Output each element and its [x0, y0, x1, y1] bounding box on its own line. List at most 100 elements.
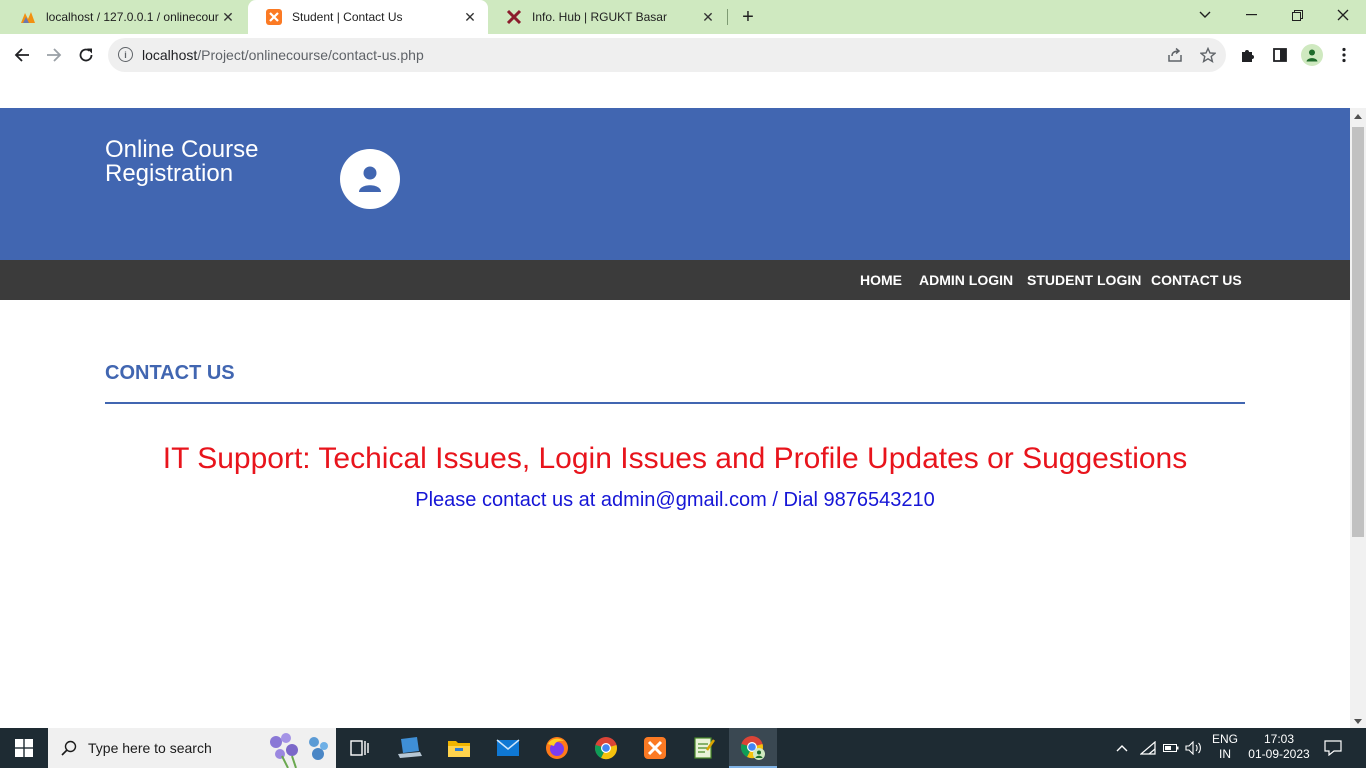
search-icon	[61, 740, 77, 756]
nav-contact-us[interactable]: CONTACT US	[1151, 272, 1242, 288]
wifi-icon	[1140, 741, 1156, 755]
scroll-up-arrow-icon[interactable]	[1354, 114, 1362, 119]
close-window-button[interactable]	[1320, 0, 1366, 30]
chevron-down-icon	[1199, 11, 1211, 18]
battery-button[interactable]	[1160, 728, 1182, 768]
minimize-button[interactable]	[1228, 0, 1274, 30]
taskbar-laptop-app[interactable]	[386, 728, 434, 768]
browser-tab-strip: localhost / 127.0.0.1 / onlinecour ✕ Stu…	[0, 0, 1366, 34]
clock[interactable]: 17:03 01-09-2023	[1244, 732, 1314, 762]
kebab-menu-icon	[1342, 47, 1346, 63]
tab-separator	[727, 9, 728, 25]
windows-logo-icon	[15, 739, 33, 757]
back-button[interactable]	[7, 40, 37, 70]
new-tab-button[interactable]: +	[736, 5, 760, 29]
user-icon	[1306, 49, 1318, 62]
brand-line-2: Registration	[105, 160, 234, 187]
scroll-down-arrow-icon[interactable]	[1354, 719, 1362, 724]
notepad-icon	[694, 737, 715, 759]
minimize-icon	[1245, 14, 1257, 16]
extensions-button[interactable]	[1233, 40, 1263, 70]
tab-phpmyadmin[interactable]: localhost / 127.0.0.1 / onlinecour ✕	[2, 0, 246, 34]
main-nav: HOME ADMIN LOGIN STUDENT LOGIN CONTACT U…	[0, 260, 1350, 300]
contact-info: Please contact us at admin@gmail.com / D…	[415, 489, 935, 511]
start-button[interactable]	[0, 728, 48, 768]
notification-center-button[interactable]	[1318, 728, 1348, 768]
volume-button[interactable]	[1183, 728, 1205, 768]
arrow-right-icon	[47, 48, 62, 62]
info-icon[interactable]: i	[118, 47, 133, 62]
reload-button[interactable]	[71, 40, 101, 70]
side-panel-icon	[1273, 48, 1287, 62]
taskbar-search-box[interactable]: Type here to search	[48, 728, 336, 768]
clock-time: 17:03	[1263, 732, 1295, 746]
brand-line-1: Online Course	[105, 136, 259, 163]
profile-button[interactable]	[1297, 40, 1327, 70]
title-divider	[105, 402, 1245, 404]
side-panel-button[interactable]	[1265, 40, 1295, 70]
task-view-icon	[350, 740, 369, 756]
reload-icon	[79, 48, 93, 62]
arrow-left-icon	[14, 48, 29, 62]
chrome-icon	[595, 737, 617, 760]
taskbar-file-explorer[interactable]	[435, 728, 483, 768]
battery-icon	[1163, 744, 1179, 752]
nav-home[interactable]: HOME	[860, 272, 902, 288]
input-language-indicator[interactable]: ENG IN	[1208, 732, 1242, 762]
clock-date: 01-09-2023	[1248, 747, 1310, 761]
tab-student-contact-us[interactable]: Student | Contact Us ✕	[248, 0, 488, 34]
language-code: ENG	[1211, 732, 1238, 746]
share-icon[interactable]	[1164, 44, 1186, 66]
xampp-icon	[266, 9, 282, 25]
url-text[interactable]: localhost/Project/onlinecourse/contact-u…	[142, 47, 424, 63]
taskbar-xampp[interactable]	[631, 728, 679, 768]
bookmark-star-icon[interactable]	[1197, 44, 1219, 66]
nav-student-login[interactable]: STUDENT LOGIN	[1027, 272, 1141, 288]
web-page: Online Course Registration HOME ADMIN LO…	[0, 76, 1350, 728]
phpmyadmin-icon	[20, 9, 36, 25]
close-tab-icon[interactable]: ✕	[220, 9, 236, 25]
taskbar-notepad-app[interactable]	[680, 728, 728, 768]
chevron-up-icon	[1116, 745, 1128, 752]
taskbar-mail[interactable]	[484, 728, 532, 768]
avatar	[1301, 44, 1323, 66]
chrome-profile-icon	[741, 736, 765, 760]
taskbar-chrome[interactable]	[582, 728, 630, 768]
taskbar-chrome-profile[interactable]	[729, 728, 777, 768]
tab-title: Info. Hub | RGUKT Basar	[532, 10, 667, 24]
notification-icon	[1324, 740, 1342, 756]
file-explorer-icon	[448, 741, 470, 757]
rgukt-icon	[506, 9, 522, 25]
show-hidden-icons-button[interactable]	[1110, 728, 1134, 768]
site-brand[interactable]: Online Course Registration	[105, 138, 258, 186]
speaker-icon	[1185, 741, 1201, 755]
tab-rgukt[interactable]: Info. Hub | RGUKT Basar ✕	[488, 0, 726, 34]
tab-title: Student | Contact Us	[292, 10, 403, 24]
mail-icon	[496, 739, 520, 756]
user-icon	[359, 166, 381, 192]
tab-title: localhost / 127.0.0.1 / onlinecour	[46, 10, 219, 24]
close-tab-icon[interactable]: ✕	[462, 9, 478, 25]
site-header: Online Course Registration	[0, 108, 1350, 260]
restore-icon	[1291, 9, 1303, 21]
close-tab-icon[interactable]: ✕	[700, 9, 716, 25]
search-placeholder: Type here to search	[88, 740, 212, 756]
forward-button[interactable]	[39, 40, 69, 70]
task-view-button[interactable]	[336, 728, 384, 768]
network-button[interactable]	[1137, 728, 1159, 768]
user-avatar	[340, 149, 400, 209]
tab-search-button[interactable]	[1182, 0, 1228, 30]
restore-button[interactable]	[1274, 0, 1320, 30]
nav-admin-login[interactable]: ADMIN LOGIN	[919, 272, 1013, 288]
region-code: IN	[1219, 747, 1231, 761]
address-bar[interactable]: i localhost/Project/onlinecourse/contact…	[108, 38, 1226, 72]
browser-toolbar: i localhost/Project/onlinecourse/contact…	[0, 34, 1366, 76]
support-heading: IT Support: Techical Issues, Login Issue…	[162, 442, 1188, 475]
search-highlight-flowers-icon	[270, 733, 328, 768]
scrollbar-thumb[interactable]	[1352, 127, 1364, 537]
page-scrollbar[interactable]	[1350, 108, 1366, 728]
menu-button[interactable]	[1329, 40, 1359, 70]
puzzle-icon	[1242, 50, 1254, 62]
taskbar-firefox[interactable]	[533, 728, 581, 768]
firefox-icon	[546, 737, 568, 759]
